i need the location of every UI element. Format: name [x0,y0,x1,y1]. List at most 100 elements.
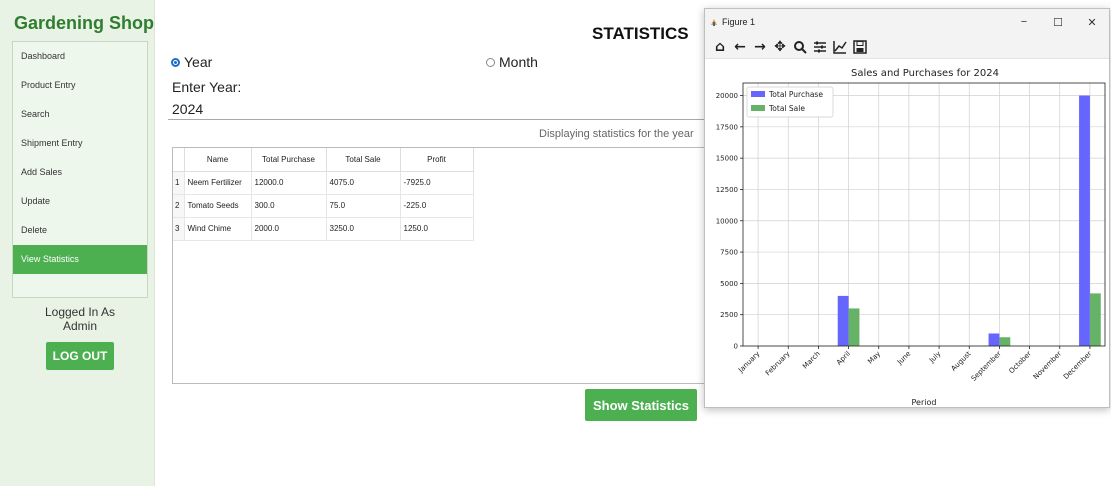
save-icon[interactable] [851,38,869,56]
minimize-icon[interactable]: − [1007,16,1041,28]
legend-label-sale: Total Sale [768,104,805,113]
sidebar-item-add-sales[interactable]: Add Sales [13,158,147,187]
sidebar-item-dashboard[interactable]: Dashboard [13,42,147,71]
cell-name[interactable]: Tomato Seeds [184,194,252,218]
x-tick-label: March [801,350,822,371]
bar-total-sale [1089,293,1101,346]
y-tick-label: 17500 [716,123,738,131]
legend-swatch-sale [751,105,765,111]
figure-toolbar: ⌂ ← → ✥ [705,35,1109,59]
column-header-total-sale[interactable]: Total Sale [326,148,401,172]
cell-profit[interactable]: -7925.0 [400,171,474,195]
logged-in-label: Logged In As [44,305,116,319]
x-tick-label: April [835,350,852,367]
x-tick-label: January [736,350,761,375]
x-tick-label: June [895,350,912,367]
show-statistics-button[interactable]: Show Statistics [585,389,697,421]
statistics-table: Name Total Purchase Total Sale Profit 1 … [172,147,707,384]
figure-window: Figure 1 − ☐ ✕ ⌂ ← → ✥ Sales and Purchas… [704,8,1110,408]
bar-total-purchase [837,295,849,346]
column-header-name[interactable]: Name [184,148,252,172]
x-tick-label: May [866,350,882,366]
cell-total-sale[interactable]: 75.0 [326,194,401,218]
row-number-header [173,148,185,172]
cell-profit[interactable]: -225.0 [400,194,474,218]
maximize-icon[interactable]: ☐ [1041,16,1075,29]
logged-in-info: Logged In As Admin [12,305,148,333]
column-header-total-purchase[interactable]: Total Purchase [251,148,327,172]
month-radio[interactable]: Month [486,54,538,70]
cell-name[interactable]: Wind Chime [184,217,252,241]
cell-total-purchase[interactable]: 12000.0 [251,171,327,195]
brand-title: Gardening Shop [14,13,155,33]
sidebar-menu: Dashboard Product Entry Search Shipment … [12,41,148,298]
table-row[interactable]: 1 Neem Fertilizer 12000.0 4075.0 -7925.0 [173,171,474,195]
y-tick-label: 12500 [716,186,738,194]
edit-axis-icon[interactable] [831,38,849,56]
bar-total-sale [999,337,1011,346]
radio-selected-icon[interactable] [171,57,180,67]
configure-subplots-icon[interactable] [811,38,829,56]
close-icon[interactable]: ✕ [1075,16,1109,29]
year-input[interactable] [168,98,708,120]
sidebar-item-view-statistics[interactable]: View Statistics [13,245,147,274]
x-tick-label: July [927,350,942,365]
sidebar-item-update[interactable]: Update [13,187,147,216]
figure-app-icon [711,19,717,26]
zoom-icon[interactable] [791,38,809,56]
y-tick-label: 5000 [720,280,738,288]
x-tick-label: October [1008,350,1034,376]
y-axis-ticks: 0 2500 5000 7500 10000 12500 15000 17500 20000 [716,92,743,351]
table-row[interactable]: 3 Wind Chime 2000.0 3250.0 1250.0 [173,217,474,241]
bar-total-sale [848,308,860,346]
column-header-profit[interactable]: Profit [400,148,474,172]
chart-legend: Total Purchase Total Sale [746,86,834,118]
table-row[interactable]: 2 Tomato Seeds 300.0 75.0 -225.0 [173,194,474,218]
legend-label-purchase: Total Purchase [768,90,823,99]
page-title: STATISTICS [592,24,689,43]
sidebar-item-product-entry[interactable]: Product Entry [13,71,147,100]
enter-year-label: Enter Year: [172,79,242,95]
radio-unselected-icon[interactable] [486,57,495,67]
bar-total-purchase [1079,95,1090,347]
sidebar-item-search[interactable]: Search [13,100,147,129]
year-radio[interactable]: Year [171,54,212,70]
back-arrow-icon[interactable]: ← [731,38,749,56]
x-axis-ticks: January February March April May June July Augu… [736,346,1093,383]
x-tick-label: September [970,350,1003,383]
cell-total-purchase[interactable]: 2000.0 [251,217,327,241]
x-tick-label: November [1032,350,1063,381]
y-tick-label: 15000 [716,155,738,163]
cell-total-sale[interactable]: 3250.0 [326,217,401,241]
cell-name[interactable]: Neem Fertilizer [184,171,252,195]
cell-total-purchase[interactable]: 300.0 [251,194,327,218]
chart-grid [743,83,1105,347]
x-tick-label: August [950,350,973,373]
x-axis-label: Period [912,398,937,407]
sidebar-item-delete[interactable]: Delete [13,216,147,245]
logout-button[interactable]: LOG OUT [46,342,114,370]
status-text: Displaying statistics for the year [539,128,694,140]
sidebar-item-shipment-entry[interactable]: Shipment Entry [13,129,147,158]
y-tick-label: 0 [734,343,738,351]
month-radio-label: Month [499,54,538,70]
y-tick-label: 20000 [716,92,738,100]
figure-titlebar[interactable]: Figure 1 − ☐ ✕ [705,9,1109,35]
bar-total-purchase [988,333,1000,346]
figure-title: Figure 1 [709,17,1007,27]
y-tick-label: 7500 [720,249,738,257]
plot-frame [742,82,1106,347]
figure-title-label: Figure 1 [722,17,756,27]
pan-icon[interactable]: ✥ [771,38,789,56]
logged-in-user: Admin [62,319,97,333]
chart-title: Sales and Purchases for 2024 [851,68,999,79]
cell-profit[interactable]: 1250.0 [400,217,474,241]
home-icon[interactable]: ⌂ [711,38,729,56]
row-number: 2 [173,194,185,218]
y-tick-label: 2500 [720,311,738,319]
x-tick-label: December [1062,350,1093,381]
sidebar: Gardening Shop Dashboard Product Entry S… [0,0,155,486]
row-number: 1 [173,171,185,195]
cell-total-sale[interactable]: 4075.0 [326,171,401,195]
forward-arrow-icon[interactable]: → [751,38,769,56]
